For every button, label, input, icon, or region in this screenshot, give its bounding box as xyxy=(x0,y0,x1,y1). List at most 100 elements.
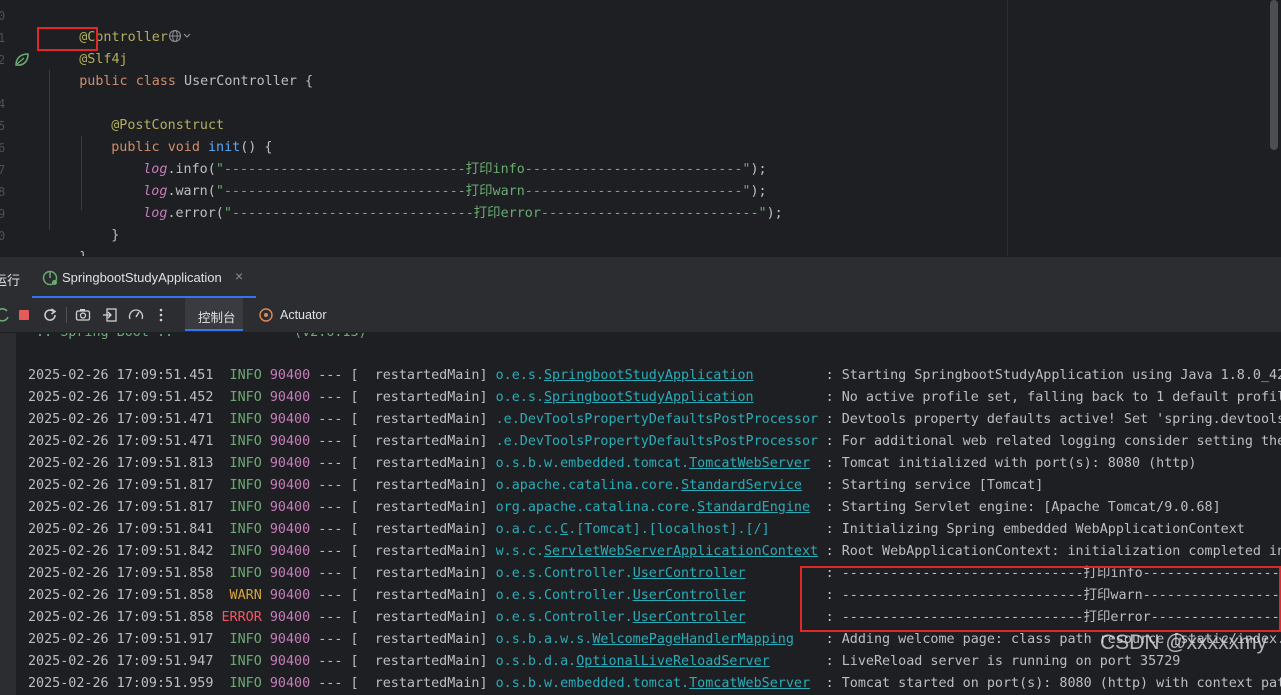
logger-class-link[interactable]: StandardService xyxy=(681,478,802,493)
keyword: class xyxy=(135,74,176,89)
run-tool-window-header: 运行 SpringbootStudyApplication × xyxy=(0,256,1281,299)
editor-scrollbar[interactable] xyxy=(1270,0,1278,150)
log-timestamp: 2025-02-26 17:09:51.452 xyxy=(28,390,214,405)
log-message: : LiveReload server is running on port 3… xyxy=(825,654,1181,669)
log-level: INFO xyxy=(221,368,262,383)
log-level: INFO xyxy=(221,654,262,669)
logger-class-link[interactable]: UserController xyxy=(633,610,746,625)
log-logger: o.e.s.Controller.UserController xyxy=(496,607,826,629)
restart-icon[interactable] xyxy=(41,306,59,324)
code-editor[interactable]: 0 1 2 4 5 6 7 8 9 0 @Controller @Slf4j p… xyxy=(0,0,1281,256)
stop-icon[interactable] xyxy=(15,306,33,324)
log-row: 2025-02-26 17:09:51.841 INFO 90400 --- [… xyxy=(28,519,1245,541)
logger-class-link[interactable]: C xyxy=(560,522,568,537)
logger-class-link[interactable]: TomcatWebServer xyxy=(689,676,810,691)
line-number: 2 xyxy=(0,53,6,67)
logger-suffix: .[Tomcat].[localhost].[/] xyxy=(568,522,770,537)
log-row: 2025-02-26 17:09:51.842 INFO 90400 --- [… xyxy=(28,541,1281,563)
rerun-icon[interactable] xyxy=(0,306,12,324)
camera-icon[interactable] xyxy=(74,306,92,324)
log-logger: .e.DevToolsPropertyDefaultsPostProcessor xyxy=(496,409,826,431)
console-output[interactable]: :: Spring Boot :: (v2.6.13) 2025-02-26 1… xyxy=(0,333,1281,695)
logger-package: o.e.s.Controller. xyxy=(495,610,633,625)
log-logger: o.s.b.w.embedded.tomcat.TomcatWebServer xyxy=(496,673,826,695)
log-message: : Starting SpringbootStudyApplication us… xyxy=(825,368,1281,383)
logger-class-link[interactable]: SpringbootStudyApplication xyxy=(544,368,754,383)
log-thread: restartedMain xyxy=(374,610,480,625)
log-thread: restartedMain xyxy=(374,368,480,383)
line-number: 1 xyxy=(0,31,6,45)
log-pid: 90400 xyxy=(269,522,311,537)
code-line: } xyxy=(79,203,119,243)
logger-package: o.e.s. xyxy=(495,390,544,405)
logger-package: w.s.c. xyxy=(495,544,544,559)
log-logger: w.s.c.ServletWebServerApplicationContext xyxy=(496,541,826,563)
log-message: : Tomcat initialized with port(s): 8080 … xyxy=(825,456,1197,471)
globe-icon[interactable] xyxy=(168,29,194,43)
log-logger: o.e.s.SpringbootStudyApplication xyxy=(496,387,826,409)
logger-package: o.s.b.d.a. xyxy=(495,654,577,669)
tab-springboot-study-application[interactable]: SpringbootStudyApplication × xyxy=(32,257,256,298)
log-logger: o.e.s.SpringbootStudyApplication xyxy=(496,365,826,387)
close-icon[interactable]: × xyxy=(235,268,243,284)
console-tab-label: 控制台 xyxy=(198,311,236,325)
logger-class-link[interactable]: UserController xyxy=(633,588,746,603)
log-level: INFO xyxy=(221,632,262,647)
logger-class-link[interactable]: ServletWebServerApplicationContext xyxy=(544,544,818,559)
log-field: log xyxy=(143,206,168,221)
log-level: INFO xyxy=(221,434,262,449)
log-highlight-box xyxy=(800,566,1281,632)
exit-icon[interactable] xyxy=(101,306,119,324)
code-line: log.info("------------------------------… xyxy=(111,137,766,177)
log-timestamp: 2025-02-26 17:09:51.817 xyxy=(28,500,214,515)
logger-class-link[interactable]: WelcomePageHandlerMapping xyxy=(592,632,794,647)
log-message: : Starting Servlet engine: [Apache Tomca… xyxy=(825,500,1221,515)
code-line: } xyxy=(47,225,87,256)
log-row: 2025-02-26 17:09:51.817 INFO 90400 --- [… xyxy=(28,475,1043,497)
log-row: 2025-02-26 17:09:51.959 INFO 90400 --- [… xyxy=(28,673,1281,695)
log-timestamp: 2025-02-26 17:09:51.817 xyxy=(28,478,214,493)
log-timestamp: 2025-02-26 17:09:51.947 xyxy=(28,654,214,669)
log-timestamp: 2025-02-26 17:09:51.451 xyxy=(28,368,214,383)
log-pid: 90400 xyxy=(269,588,311,603)
log-message: : Starting service [Tomcat] xyxy=(825,478,1044,493)
log-level: ERROR xyxy=(221,610,262,625)
log-logger: .e.DevToolsPropertyDefaultsPostProcessor xyxy=(496,431,826,453)
log-pid: 90400 xyxy=(269,632,311,647)
logger-class-link[interactable]: UserController xyxy=(633,566,746,581)
log-thread: restartedMain xyxy=(374,478,480,493)
logger-package: o.a.c.c. xyxy=(495,522,561,537)
log-pid: 90400 xyxy=(269,676,311,691)
logger-class-link[interactable]: TomcatWebServer xyxy=(689,456,810,471)
logger-package: org.apache.catalina.core. xyxy=(495,500,698,515)
log-timestamp: 2025-02-26 17:09:51.471 xyxy=(28,434,214,449)
log-thread: restartedMain xyxy=(374,456,480,471)
log-timestamp: 2025-02-26 17:09:51.471 xyxy=(28,412,214,427)
log-thread: restartedMain xyxy=(374,676,480,691)
log-row: 2025-02-26 17:09:51.813 INFO 90400 --- [… xyxy=(28,453,1196,475)
class-declaration: UserController { xyxy=(176,74,314,89)
spring-boot-icon xyxy=(42,270,58,286)
watermark: CSDN @xxxxxmy xyxy=(1100,631,1268,654)
line-number: 0 xyxy=(0,229,6,243)
log-pid: 90400 xyxy=(269,566,311,581)
more-options-icon[interactable] xyxy=(152,306,170,324)
code-line: public class UserController { xyxy=(47,49,313,89)
log-level: WARN xyxy=(221,588,262,603)
line-number: 5 xyxy=(0,119,6,133)
log-thread: restartedMain xyxy=(374,412,480,427)
gauge-icon[interactable] xyxy=(127,306,145,324)
log-row: 2025-02-26 17:09:51.917 INFO 90400 --- [… xyxy=(28,629,1281,651)
logger-class-link[interactable]: StandardEngine xyxy=(697,500,810,515)
tab-actuator[interactable]: Actuator xyxy=(280,308,327,322)
log-timestamp: 2025-02-26 17:09:51.858 xyxy=(28,588,214,603)
tab-console[interactable]: 控制台 xyxy=(185,298,243,331)
log-logger: o.a.c.c.C.[Tomcat].[localhost].[/] xyxy=(496,519,826,541)
logger-package: .e.DevToolsPropertyDefaultsPostProcessor xyxy=(495,434,819,449)
log-timestamp: 2025-02-26 17:09:51.842 xyxy=(28,544,214,559)
logger-class-link[interactable]: OptionalLiveReloadServer xyxy=(576,654,769,669)
run-panel-label[interactable]: 运行 xyxy=(0,270,20,289)
logger-class-link[interactable]: SpringbootStudyApplication xyxy=(544,390,754,405)
spring-bean-icon[interactable] xyxy=(13,51,31,69)
log-pid: 90400 xyxy=(269,368,311,383)
